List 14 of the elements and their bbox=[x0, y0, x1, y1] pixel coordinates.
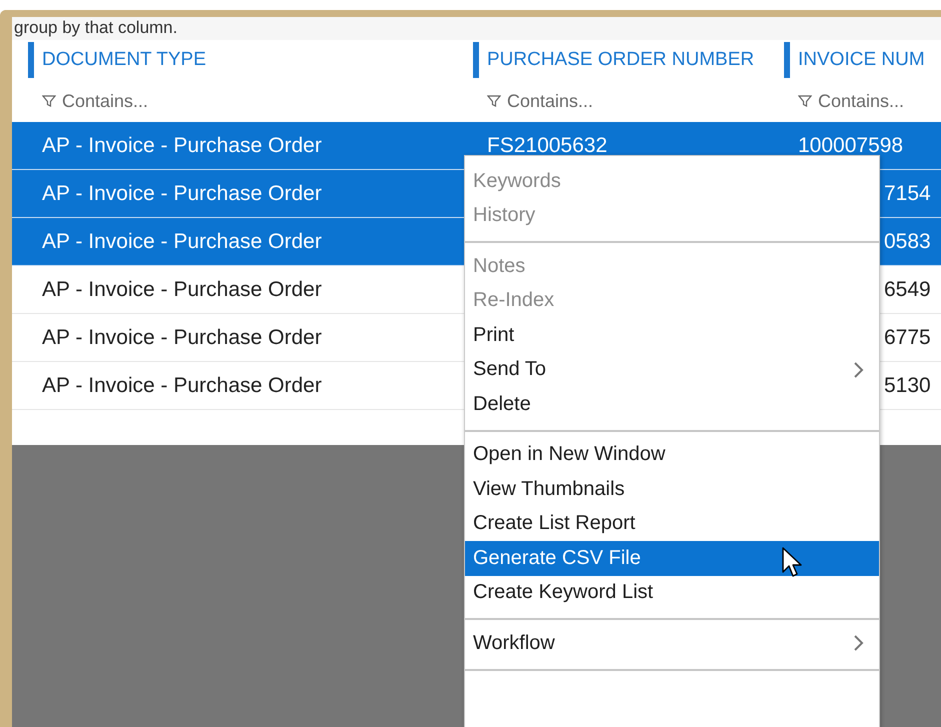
table-cell: AP - Invoice - Purchase Order bbox=[42, 230, 322, 252]
table-cell: FS21005632 bbox=[487, 134, 608, 156]
table-cell: 6775 bbox=[884, 326, 931, 348]
table-cell: 5130 bbox=[884, 374, 931, 396]
table-cell: 100007598 bbox=[798, 134, 904, 156]
table-cell: AP - Invoice - Purchase Order bbox=[42, 374, 322, 396]
table-cell: AP - Invoice - Purchase Order bbox=[42, 182, 322, 204]
table-cell: 6549 bbox=[884, 278, 931, 300]
table-cell: 0583 bbox=[884, 230, 931, 252]
table-cell: 7154 bbox=[884, 182, 931, 204]
hint-text: group by that column. bbox=[14, 17, 178, 38]
table-cell: AP - Invoice - Purchase Order bbox=[42, 326, 322, 348]
table-cell: AP - Invoice - Purchase Order bbox=[42, 278, 322, 300]
table-cell: AP - Invoice - Purchase Order bbox=[42, 134, 322, 156]
